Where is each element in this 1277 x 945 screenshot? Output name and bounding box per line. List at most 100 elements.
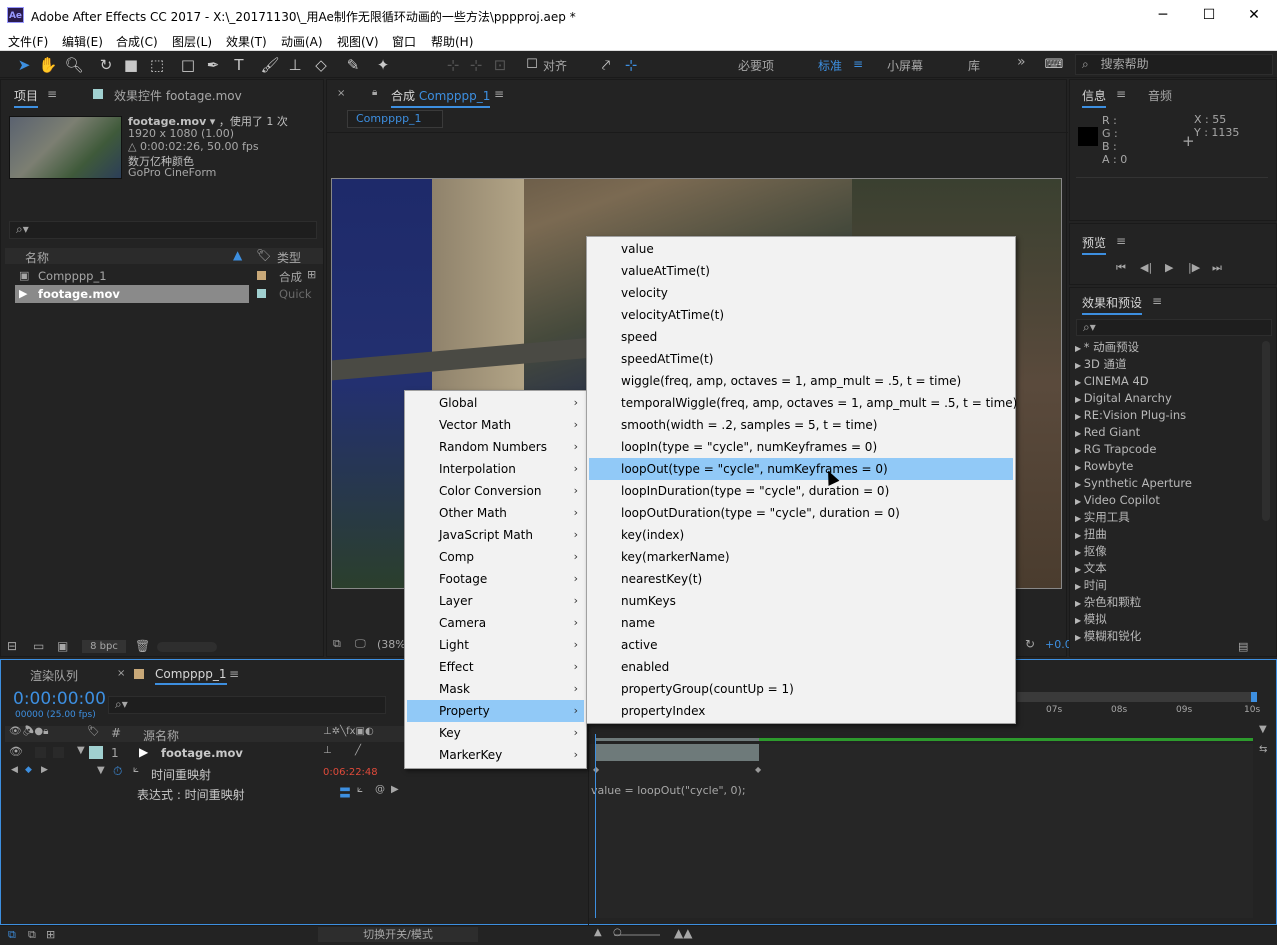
timeline-zoom-bar[interactable]	[1017, 692, 1255, 702]
expand-arrow-icon[interactable]: ▼	[97, 765, 105, 776]
preview-options-icon[interactable]: ⧉	[333, 637, 341, 651]
menu-item[interactable]: velocity	[589, 282, 1013, 304]
menu-item[interactable]: loopOut(type = "cycle", numKeyframes = 0…	[589, 458, 1013, 480]
close-tab-icon[interactable]: ×	[117, 668, 125, 679]
lock-icon[interactable]: 🔒︎	[372, 87, 377, 98]
menu-animation[interactable]: 动画(A)	[281, 33, 323, 50]
menu-item[interactable]: MarkerKey ›	[407, 744, 584, 766]
zoom-slider-handle-icon[interactable]: ○	[613, 927, 622, 938]
expand-arrow-icon[interactable]: ▶	[1075, 412, 1084, 421]
add-keyframe-icon[interactable]: ◆	[25, 765, 32, 775]
tab-project[interactable]: 项目	[14, 87, 39, 108]
menu-item[interactable]: speed	[589, 326, 1013, 348]
project-search-input[interactable]: ⌕▾	[9, 221, 317, 239]
camera-tool-icon[interactable]: ■	[121, 55, 141, 75]
expand-arrow-icon[interactable]: ▶	[1075, 633, 1084, 642]
exposure-value[interactable]: +0.0	[1045, 638, 1072, 651]
snap-edges-icon[interactable]: ⤤	[596, 55, 616, 75]
menu-help[interactable]: 帮助(H)	[431, 33, 473, 50]
tab-audio[interactable]: 音频	[1148, 87, 1172, 104]
effects-category[interactable]: ▶ 模糊和锐化	[1075, 628, 1141, 645]
effects-category[interactable]: ▶ Synthetic Aperture	[1075, 475, 1192, 492]
comp-menu-icon[interactable]: ≡	[494, 87, 504, 101]
timeline-nav-icon[interactable]: ⇆	[1259, 744, 1267, 755]
selection-tool-icon[interactable]: ➤	[14, 55, 34, 75]
menu-item[interactable]: key(index)	[589, 524, 1013, 546]
expand-arrow-icon[interactable]: ▶	[1075, 429, 1084, 438]
menu-item[interactable]: propertyIndex	[589, 700, 1013, 722]
effects-category[interactable]: ▶ 杂色和颗粒	[1075, 594, 1141, 611]
audio-toggle[interactable]	[35, 747, 46, 758]
expand-arrow-icon[interactable]: ▶	[1075, 514, 1084, 523]
menu-item[interactable]: loopInDuration(type = "cycle", duration …	[589, 480, 1013, 502]
clone-stamp-tool-icon[interactable]: ⊥	[285, 55, 305, 75]
expand-arrow-icon[interactable]: ▶	[1075, 548, 1084, 557]
expression-text[interactable]: value = loopOut("cycle", 0);	[591, 784, 746, 797]
keyframe-end-icon[interactable]: ◆	[755, 765, 761, 774]
expand-arrow-icon[interactable]: ▶	[1075, 616, 1084, 625]
expand-arrow-icon[interactable]: ▶	[1075, 531, 1084, 540]
menu-item[interactable]: key(markerName)	[589, 546, 1013, 568]
menu-item[interactable]: Effect ›	[407, 656, 584, 678]
menu-item[interactable]: Global ›	[407, 392, 584, 414]
menu-item[interactable]: Light ›	[407, 634, 584, 656]
menu-item[interactable]: Layer ›	[407, 590, 584, 612]
menu-item[interactable]: Camera ›	[407, 612, 584, 634]
expression-pickwhip-icon[interactable]: @	[375, 784, 385, 795]
effects-category[interactable]: ▶ 3D 通道	[1075, 356, 1127, 373]
expand-arrow-icon[interactable]: ▶	[1075, 582, 1084, 591]
menu-item[interactable]: nearestKey(t)	[589, 568, 1013, 590]
menu-layer[interactable]: 图层(L)	[172, 33, 212, 50]
menu-item[interactable]: active	[589, 634, 1013, 656]
column-type[interactable]: 类型	[277, 249, 301, 266]
type-tool-icon[interactable]: T	[229, 55, 249, 75]
timeline-graph-area[interactable]: ◆ ◆ value = loopOut("cycle", 0);	[589, 734, 1253, 918]
column-name[interactable]: 名称	[25, 249, 49, 266]
expression-enable-icon[interactable]: 〓	[339, 784, 351, 801]
expand-arrow-icon[interactable]: ▶	[1075, 497, 1084, 506]
maximize-button[interactable]: ☐	[1186, 0, 1232, 30]
effects-category[interactable]: ▶ 模拟	[1075, 611, 1107, 628]
expand-arrow-icon[interactable]: ▶	[1075, 446, 1084, 455]
expand-arrow-icon[interactable]: ▶	[1075, 463, 1084, 472]
layer-name[interactable]: footage.mov	[161, 746, 243, 760]
next-frame-icon[interactable]: |▶	[1188, 261, 1200, 274]
effects-category[interactable]: ▶ 时间	[1075, 577, 1107, 594]
expand-arrow-icon[interactable]: ▶	[1075, 480, 1084, 489]
menu-file[interactable]: 文件(F)	[8, 33, 48, 50]
comp-breadcrumb[interactable]: Compppp_1	[347, 110, 443, 128]
next-keyframe-icon[interactable]: ▶	[41, 765, 48, 775]
workspace-libraries[interactable]: 库	[968, 57, 980, 74]
effects-category[interactable]: ▶ RG Trapcode	[1075, 441, 1156, 458]
tab-effects-presets[interactable]: 效果和预设	[1082, 294, 1143, 315]
menu-view[interactable]: 视图(V)	[337, 33, 379, 50]
graph-icon[interactable]: ⟀	[133, 764, 139, 775]
playhead[interactable]	[595, 734, 596, 918]
info-menu-icon[interactable]: ≡	[1116, 87, 1126, 101]
more-workspaces-icon[interactable]: »	[1017, 54, 1026, 70]
menu-item[interactable]: value	[589, 238, 1013, 260]
label-color[interactable]	[257, 271, 266, 280]
label-color[interactable]	[257, 289, 266, 298]
toggle-switches-modes-button[interactable]: 切换开关/模式	[318, 927, 478, 942]
project-scrollbar[interactable]	[157, 642, 217, 652]
expand-arrow-icon[interactable]: ▶	[1075, 378, 1084, 387]
menu-item[interactable]: loopIn(type = "cycle", numKeyframes = 0)	[589, 436, 1013, 458]
workspace-standard[interactable]: 标准	[818, 57, 842, 74]
puppet-pin-tool-icon[interactable]: ✦	[373, 55, 393, 75]
zoom-value[interactable]: (38%	[377, 638, 406, 651]
menu-item[interactable]: smooth(width = .2, samples = 5, t = time…	[589, 414, 1013, 436]
menu-item[interactable]: Comp ›	[407, 546, 584, 568]
menu-item[interactable]: velocityAtTime(t)	[589, 304, 1013, 326]
quality-switch-icon[interactable]: ╱	[355, 745, 361, 756]
layer-duration-bar[interactable]	[595, 744, 759, 761]
layer-switches-icons[interactable]: ⊥✲╲fx▣◐	[323, 726, 374, 737]
stopwatch-icon[interactable]: ⏱︎	[113, 764, 122, 779]
zoom-out-icon[interactable]: ▲	[594, 927, 602, 938]
menu-item[interactable]: Footage ›	[407, 568, 584, 590]
effects-category[interactable]: ▶ RE:Vision Plug-ins	[1075, 407, 1186, 424]
transfer-controls-toggle-icon[interactable]: ⧉	[28, 928, 36, 942]
menu-item[interactable]: valueAtTime(t)	[589, 260, 1013, 282]
close-tab-icon[interactable]: ×	[337, 88, 345, 99]
hand-tool-icon[interactable]: ✋	[38, 55, 58, 75]
